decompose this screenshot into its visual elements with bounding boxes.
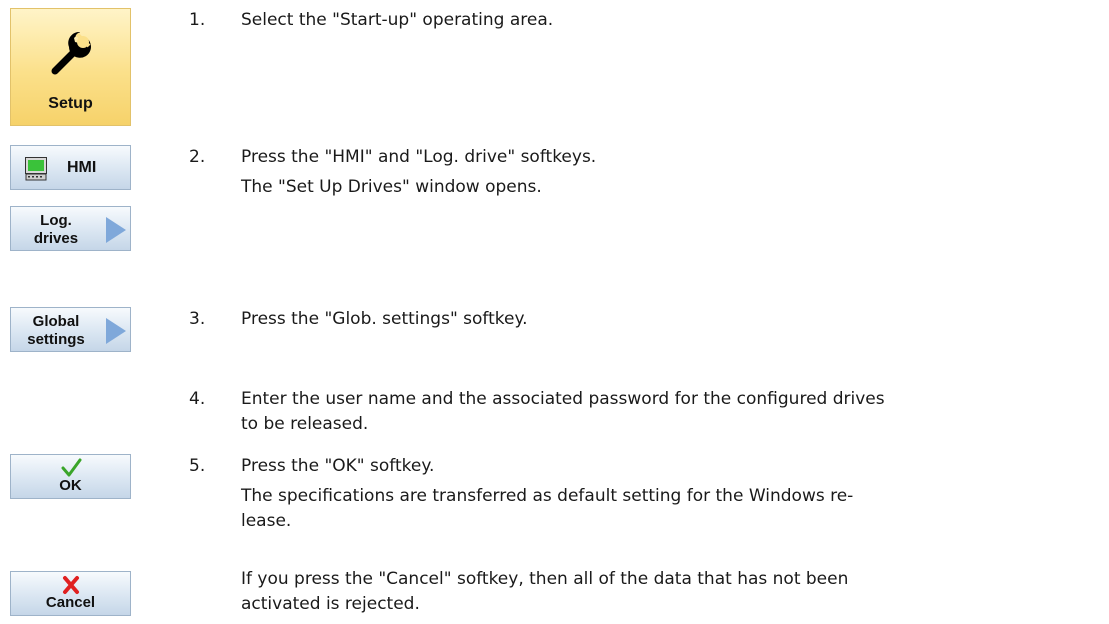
step-number: 2. — [189, 147, 206, 167]
step-number: 3. — [189, 309, 206, 329]
ok-softkey[interactable]: OK — [10, 454, 131, 499]
setup-label: Setup — [48, 95, 93, 112]
step-number: 1. — [189, 10, 206, 30]
arrow-right-icon — [106, 318, 126, 344]
hmi-softkey[interactable]: HMI — [10, 145, 131, 190]
step-text: lease. — [241, 511, 292, 531]
step-number: 4. — [189, 389, 206, 409]
step-text: The "Set Up Drives" window opens. — [241, 177, 542, 197]
step-text: Press the "HMI" and "Log. drive" softkey… — [241, 147, 597, 167]
log-drives-label: Log. drives — [11, 212, 101, 248]
cross-icon — [62, 576, 79, 594]
monitor-icon — [25, 157, 47, 181]
cancel-label: Cancel — [45, 594, 96, 611]
arrow-right-icon — [106, 217, 126, 243]
global-settings-softkey[interactable]: Global settings — [10, 307, 131, 352]
log-drives-softkey[interactable]: Log. drives — [10, 206, 131, 251]
global-settings-label-line2: settings — [27, 331, 85, 348]
step-text: Press the "OK" softkey. — [241, 456, 435, 476]
global-settings-label: Global settings — [11, 313, 101, 349]
cancel-softkey[interactable]: Cancel — [10, 571, 131, 616]
step-text: Select the "Start-up" operating area. — [241, 10, 554, 30]
step-text: to be released. — [241, 414, 369, 434]
checkmark-icon — [61, 458, 81, 477]
wrench-icon — [51, 31, 91, 75]
step-text: Enter the user name and the associated p… — [241, 389, 885, 409]
ok-label: OK — [59, 477, 82, 494]
hmi-label: HMI — [67, 159, 97, 176]
log-drives-label-line2: drives — [33, 230, 79, 247]
step-number: 5. — [189, 456, 206, 476]
cancel-note-text: If you press the "Cancel" softkey, then … — [241, 569, 849, 589]
setup-softkey[interactable]: Setup — [10, 8, 131, 126]
log-drives-label-line1: Log. — [40, 212, 72, 229]
global-settings-label-line1: Global — [32, 313, 80, 330]
step-text: The specifications are transferred as de… — [241, 486, 854, 506]
cancel-note-text: activated is rejected. — [241, 594, 420, 614]
step-text: Press the "Glob. settings" softkey. — [241, 309, 528, 329]
